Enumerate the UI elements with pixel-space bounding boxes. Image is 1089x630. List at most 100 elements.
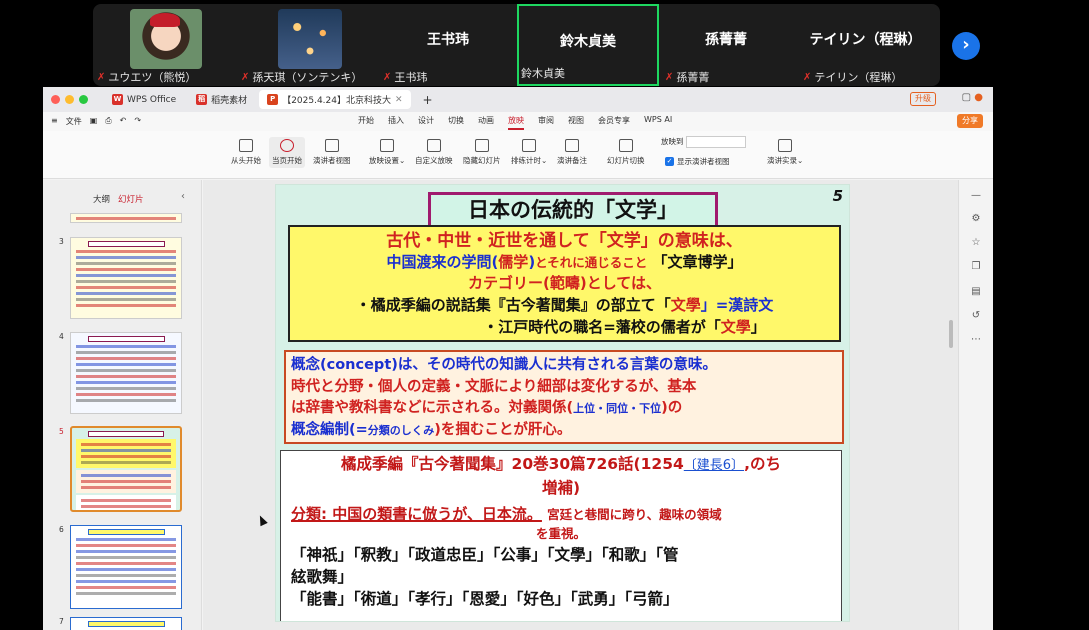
history-icon[interactable]: ↺: [970, 310, 982, 322]
slide-number: 5: [832, 187, 843, 205]
print-icon[interactable]: ⎙: [105, 116, 111, 127]
hide-slide-icon: [474, 139, 489, 152]
kokon-chomonju-box[interactable]: 橘成季編『古今著聞集』20巻30篇726話(1254〔建長6〕,のち 増補) 分…: [280, 450, 842, 621]
next-participants-button[interactable]: ›: [952, 32, 980, 60]
ribbon-tab-home[interactable]: 开始: [358, 115, 374, 130]
box2-line1: 概念(concept)は、その時代の知識人に共有される言葉の意味。: [291, 357, 717, 373]
thumb-block: [76, 495, 176, 510]
slideshow-settings-button[interactable]: 放映设置⌄: [369, 139, 405, 166]
presenter-view-checkbox[interactable]: ✓ 显示演讲者视图: [665, 156, 730, 167]
undo-icon[interactable]: ↶: [120, 116, 127, 127]
slide-thumbnail[interactable]: [70, 213, 182, 223]
box1-line4: ・橘成季編の説話集『古今著聞集』の部立て「文學」=漢詩文: [290, 294, 839, 316]
zoom-window-button[interactable]: [79, 95, 88, 104]
ribbon-tab-design[interactable]: 设计: [418, 115, 434, 130]
ribbon-tab-slideshow[interactable]: 放映: [508, 115, 524, 130]
ribbon-tab-membership[interactable]: 会员专享: [598, 115, 630, 130]
tab-close-icon[interactable]: ✕: [395, 95, 403, 105]
slides-tab[interactable]: 幻灯片: [118, 193, 144, 205]
box2-line4: 概念編制(=分類のしくみ)を掴むことが肝心。: [291, 420, 837, 442]
ribbon-tab-animation[interactable]: 动画: [478, 115, 494, 130]
participant-video: テイリン（程琳）: [793, 8, 938, 70]
slide-title[interactable]: 日本の伝統的「文学」: [428, 192, 718, 228]
restore-icon[interactable]: ▢: [962, 92, 971, 103]
file-menu[interactable]: 文件: [66, 116, 82, 127]
play-to-select[interactable]: 放映到: [661, 136, 746, 148]
star-icon[interactable]: ☆: [970, 237, 982, 249]
participant-video: 鈴木貞美: [519, 10, 657, 72]
ribbon-tab-view[interactable]: 视图: [568, 115, 584, 130]
participant-tile-active[interactable]: 鈴木貞美 鈴木貞美: [517, 4, 659, 86]
participant-tile[interactable]: 孫菁菁 ✗ 孫菁菁: [659, 8, 793, 88]
minus-icon[interactable]: —: [970, 190, 982, 202]
slide-transition-button[interactable]: 幻灯片切换: [607, 139, 645, 166]
from-beginning-button[interactable]: 从头开始: [231, 139, 261, 166]
ribbon-tab-insert[interactable]: 插入: [388, 115, 404, 130]
copy-icon[interactable]: ❐: [970, 261, 982, 273]
tab-wps-office[interactable]: W WPS Office: [104, 90, 184, 109]
avatar-icon[interactable]: ●: [974, 92, 983, 103]
participant-tile[interactable]: テイリン（程琳） ✗ テイリン（程琳）: [793, 8, 938, 88]
thumb-number: 6: [59, 525, 64, 534]
redo-icon[interactable]: ↷: [134, 116, 141, 127]
slide-thumbnail[interactable]: [70, 332, 182, 414]
thumb-line: [76, 580, 176, 583]
hamburger-menu-icon[interactable]: ≡: [51, 116, 58, 127]
close-window-button[interactable]: [51, 95, 60, 104]
collapse-panel-icon[interactable]: ‹: [181, 191, 185, 202]
ribbon-label: 从头开始: [231, 156, 261, 165]
tab-daoke[interactable]: 稻稻壳素材: [188, 90, 255, 109]
current-slide[interactable]: 5 日本の伝統的「文学」 古代・中世・近世を通して「文学」の意味は、 中国渡来の…: [275, 184, 850, 622]
adjust-icon[interactable]: ⚙: [970, 213, 982, 225]
rehearse-timing-button[interactable]: 排练计时⌄: [511, 139, 547, 166]
ribbon-tab-transition[interactable]: 切换: [448, 115, 464, 130]
thumb-line: [81, 499, 171, 502]
text-run: 」=漢詩文: [700, 296, 774, 314]
tab-presentation[interactable]: P 【2025.4.24】北京科技大 ✕: [259, 90, 411, 109]
vertical-scrollbar[interactable]: [949, 320, 953, 348]
participant-name: ✗ 孫菁菁: [665, 70, 709, 86]
ribbon-tab-review[interactable]: 审阅: [538, 115, 554, 130]
upgrade-button[interactable]: 升级: [910, 92, 936, 106]
participant-name: ✗ 王书玮: [383, 70, 427, 86]
thumb-line: [76, 217, 176, 220]
thumb-number: 7: [59, 617, 64, 626]
hide-slide-button[interactable]: 隐藏幻灯片: [463, 139, 501, 166]
thumb-line: [76, 399, 176, 402]
ribbon-label: 幻灯片切换: [607, 156, 645, 165]
era-link[interactable]: 〔建長6〕: [684, 458, 744, 473]
concept-box[interactable]: 概念(concept)は、その時代の知識人に共有される言葉の意味。 時代と分野・…: [284, 350, 844, 444]
slide-thumbnail-selected[interactable]: [70, 426, 182, 512]
participant-tile[interactable]: ✗ 孫天琪（ソンテンキ）: [239, 8, 381, 88]
slide-editor-canvas[interactable]: 5 日本の伝統的「文学」 古代・中世・近世を通して「文学」の意味は、 中国渡来の…: [203, 180, 958, 630]
speaker-notes-button[interactable]: 演讲备注: [557, 139, 587, 166]
slide-thumbnail[interactable]: [70, 237, 182, 319]
play-to-dropdown[interactable]: [685, 136, 746, 148]
presenter-view-button[interactable]: 演讲者视图: [313, 139, 351, 166]
outline-tab[interactable]: 大纲: [93, 193, 110, 205]
share-button[interactable]: 分享: [957, 114, 983, 128]
ribbon-tab-wps-ai[interactable]: WPS AI: [644, 115, 672, 130]
thumb-title: [88, 431, 164, 437]
participant-tile[interactable]: 王书玮 ✗ 王书玮: [381, 8, 515, 88]
slide-thumbnail[interactable]: [70, 617, 182, 630]
participant-video: [239, 8, 381, 70]
box3-line6: 絃歌舞」: [291, 568, 354, 586]
live-recording-button[interactable]: 演讲实录⌄: [767, 139, 803, 166]
more-icon[interactable]: ⋯: [970, 334, 982, 346]
new-tab-button[interactable]: +: [415, 90, 441, 109]
image-icon[interactable]: ▤: [970, 286, 982, 298]
custom-show-button[interactable]: 自定义放映: [415, 139, 453, 166]
from-current-button[interactable]: 当页开始: [269, 137, 305, 168]
participant-tile[interactable]: ✗ ユウエツ（熊悦）: [95, 8, 237, 88]
thumb-line: [76, 574, 176, 577]
minimize-window-button[interactable]: [65, 95, 74, 104]
participants-bar: ✗ ユウエツ（熊悦） ✗ 孫天琪（ソンテンキ） 王书玮 ✗ 王书玮 鈴木貞美 鈴木貞美…: [93, 4, 940, 86]
slide-thumbnail[interactable]: [70, 525, 182, 609]
text-run: )の: [661, 400, 683, 416]
mic-muted-icon: ✗: [97, 72, 106, 83]
save-icon[interactable]: ▣: [90, 116, 98, 127]
text-run: 」: [750, 318, 766, 336]
definition-box[interactable]: 古代・中世・近世を通して「文学」の意味は、 中国渡来の学問(儒学)とそれに通じる…: [288, 225, 841, 342]
right-toolbar: — ⚙ ☆ ❐ ▤ ↺ ⋯: [958, 180, 993, 630]
